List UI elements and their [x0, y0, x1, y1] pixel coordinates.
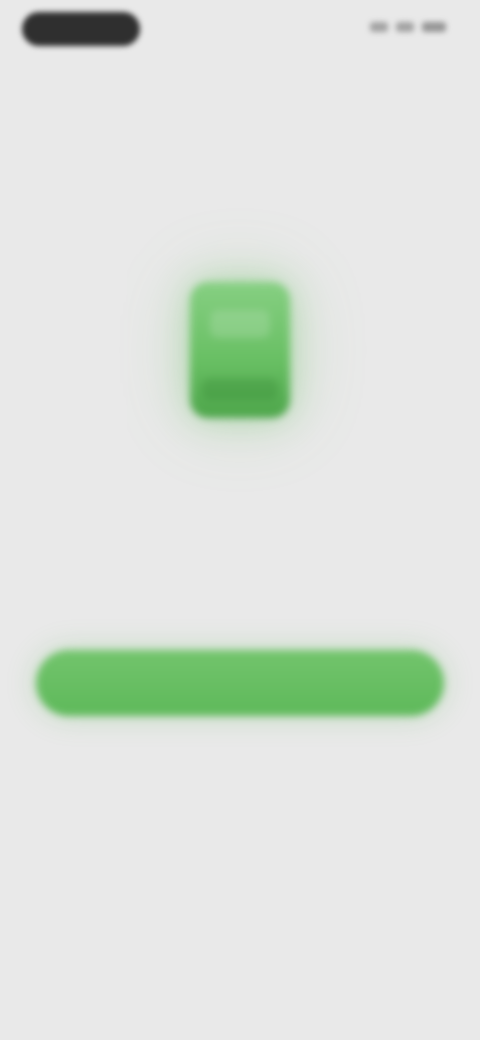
signal-icon: [370, 22, 388, 32]
description-text: [74, 518, 406, 582]
primary-action-button[interactable]: [36, 650, 444, 716]
status-bar: [0, 0, 480, 64]
headline: [40, 452, 440, 506]
status-time-pill: [22, 12, 140, 46]
battery-icon: [422, 22, 446, 32]
wifi-icon: [396, 22, 414, 32]
device-icon: [190, 282, 290, 418]
status-icons: [370, 22, 446, 32]
